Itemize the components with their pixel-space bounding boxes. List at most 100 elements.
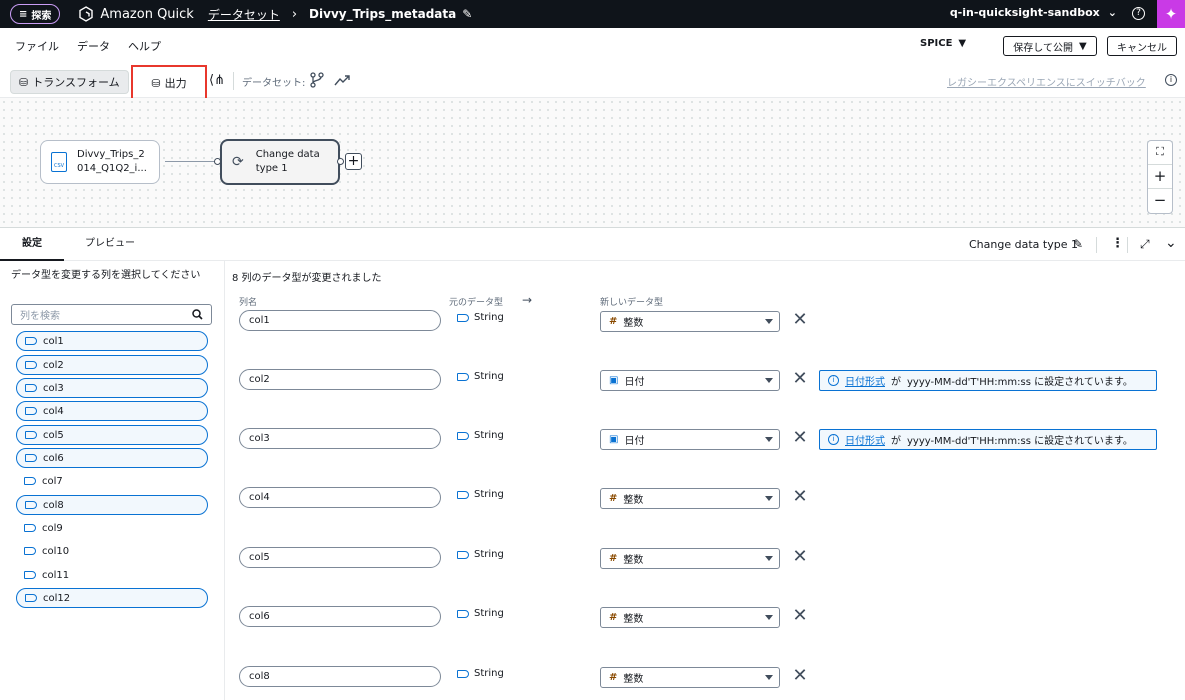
column-list-item[interactable]: col6: [16, 448, 208, 468]
save-publish-button[interactable]: 保存して公開 ▼: [1003, 36, 1097, 56]
column-list-item[interactable]: col4: [16, 401, 208, 421]
original-type-label: String: [474, 312, 504, 323]
remove-row-icon[interactable]: ✕: [791, 429, 809, 449]
new-type-select[interactable]: ▣ 日付: [600, 370, 780, 391]
column-name-input[interactable]: col2: [239, 369, 441, 390]
column-list-item[interactable]: col11: [16, 565, 208, 585]
fit-screen-icon[interactable]: ⛶: [1148, 141, 1172, 165]
original-type: String: [457, 371, 504, 382]
column-list-item[interactable]: col2: [16, 355, 208, 375]
divider: [1127, 237, 1128, 253]
info-icon[interactable]: i: [1165, 74, 1177, 86]
chevron-down-icon[interactable]: ⌄: [1165, 235, 1177, 251]
output-button[interactable]: ⛁ 出力: [131, 65, 207, 101]
legacy-switch-link[interactable]: レガシーエクスペリエンスにスイッチバック: [947, 74, 1146, 89]
column-list-item[interactable]: col8: [16, 495, 208, 515]
column-name-value: col6: [249, 611, 270, 622]
divider: [1096, 237, 1097, 253]
account-menu[interactable]: q-in-quicksight-sandbox ⌄: [950, 6, 1117, 19]
header-new-type: 新しいデータ型: [600, 298, 664, 308]
transform-node-line2: type 1: [255, 163, 288, 174]
save-publish-label: 保存して公開: [1013, 42, 1073, 54]
string-tag-icon: [25, 384, 37, 392]
explore-button[interactable]: ≡ 探索: [10, 4, 61, 24]
output-icon: ⛁: [151, 76, 161, 90]
spice-dropdown[interactable]: SPICE ▼: [920, 38, 966, 49]
zoom-controls: ⛶ + −: [1147, 140, 1173, 214]
remove-row-icon[interactable]: ✕: [791, 488, 809, 508]
column-name-input[interactable]: col4: [239, 487, 441, 508]
lineage-icon[interactable]: [310, 72, 324, 88]
breadcrumb-datasets[interactable]: データセット: [208, 6, 280, 23]
share-nodes-icon[interactable]: ⟨⋔: [209, 73, 225, 88]
column-list-item[interactable]: col12: [16, 588, 208, 608]
original-type: String: [457, 668, 504, 679]
column-list-item[interactable]: col3: [16, 378, 208, 398]
chevron-down-icon: ⌄: [1107, 6, 1117, 19]
column-name-input[interactable]: col3: [239, 428, 441, 449]
help-icon[interactable]: ?: [1132, 7, 1145, 20]
column-list-item[interactable]: col9: [16, 518, 208, 538]
column-select-instruction: データ型を変更する列を選択してください: [11, 270, 201, 281]
new-type-select[interactable]: # 整数: [600, 548, 780, 569]
pencil-icon[interactable]: ✎: [1073, 237, 1083, 251]
zoom-in-icon[interactable]: +: [1148, 165, 1172, 189]
arrow-right-icon: →: [522, 293, 533, 307]
menu-file[interactable]: ファイル: [15, 38, 59, 54]
add-step-plus-icon[interactable]: +: [345, 153, 362, 170]
integer-hash-icon: #: [609, 672, 618, 683]
trend-icon[interactable]: [334, 74, 350, 86]
zoom-out-icon[interactable]: −: [1148, 189, 1172, 213]
source-node[interactable]: CSV Divvy_Trips_2 014_Q1Q2_i...: [40, 140, 160, 184]
q-assistant-button[interactable]: ✦: [1157, 0, 1185, 28]
column-name-value: col4: [249, 492, 270, 503]
expand-icon[interactable]: ⤢: [1140, 237, 1150, 252]
transform-button[interactable]: ⛁ トランスフォーム: [10, 70, 129, 94]
caret-down-icon: [765, 615, 773, 620]
column-name-value: col1: [249, 315, 270, 326]
tab-preview[interactable]: プレビュー: [64, 229, 156, 261]
more-vertical-icon[interactable]: ⋮: [1111, 236, 1124, 251]
dataset-title: Divvy_Trips_metadata ✎: [309, 7, 472, 21]
change-row: col3 String ▣ 日付 ✕ i 日付形式が yyyy-MM-dd'T'HH:mm:s…: [225, 428, 1185, 458]
column-list-item[interactable]: col5: [16, 425, 208, 445]
new-type-value: 整数: [623, 674, 644, 685]
date-format-link[interactable]: 日付形式: [845, 373, 885, 388]
column-search-input[interactable]: 列を検索: [11, 304, 212, 325]
explore-label: 探索: [31, 10, 52, 22]
remove-row-icon[interactable]: ✕: [791, 667, 809, 687]
tab-settings[interactable]: 設定: [0, 229, 64, 261]
column-name-input[interactable]: col6: [239, 606, 441, 627]
new-type-value: 日付: [624, 377, 645, 388]
new-type-select[interactable]: # 整数: [600, 667, 780, 688]
transform-node[interactable]: ⟳ Change data type 1: [220, 139, 340, 185]
change-summary: 8 列のデータ型が変更されました: [232, 273, 382, 284]
menu-data[interactable]: データ: [77, 38, 110, 54]
chevron-right-icon: ›: [291, 6, 298, 22]
integer-hash-icon: #: [609, 316, 618, 327]
remove-row-icon[interactable]: ✕: [791, 548, 809, 568]
column-list-item[interactable]: col10: [16, 541, 208, 561]
flow-canvas[interactable]: CSV Divvy_Trips_2 014_Q1Q2_i... ⟳ Change…: [0, 98, 1185, 228]
new-type-select[interactable]: # 整数: [600, 488, 780, 509]
column-list-item[interactable]: col7: [16, 471, 208, 491]
new-type-select[interactable]: # 整数: [600, 311, 780, 332]
remove-row-icon[interactable]: ✕: [791, 311, 809, 331]
column-list-item[interactable]: col1: [16, 331, 208, 351]
integer-hash-icon: #: [609, 493, 618, 504]
brand-logo[interactable]: Amazon Quick: [78, 6, 194, 22]
cancel-button[interactable]: キャンセル: [1107, 36, 1177, 56]
original-type-label: String: [474, 489, 504, 500]
column-name-input[interactable]: col5: [239, 547, 441, 568]
new-type-select[interactable]: ▣ 日付: [600, 429, 780, 450]
menu-help[interactable]: ヘルプ: [128, 38, 161, 54]
original-type-label: String: [474, 549, 504, 560]
column-name-input[interactable]: col1: [239, 310, 441, 331]
pencil-icon[interactable]: ✎: [462, 7, 472, 21]
output-port: [337, 158, 344, 165]
date-format-link[interactable]: 日付形式: [845, 432, 885, 447]
column-name-input[interactable]: col8: [239, 666, 441, 687]
remove-row-icon[interactable]: ✕: [791, 370, 809, 390]
new-type-select[interactable]: # 整数: [600, 607, 780, 628]
remove-row-icon[interactable]: ✕: [791, 607, 809, 627]
